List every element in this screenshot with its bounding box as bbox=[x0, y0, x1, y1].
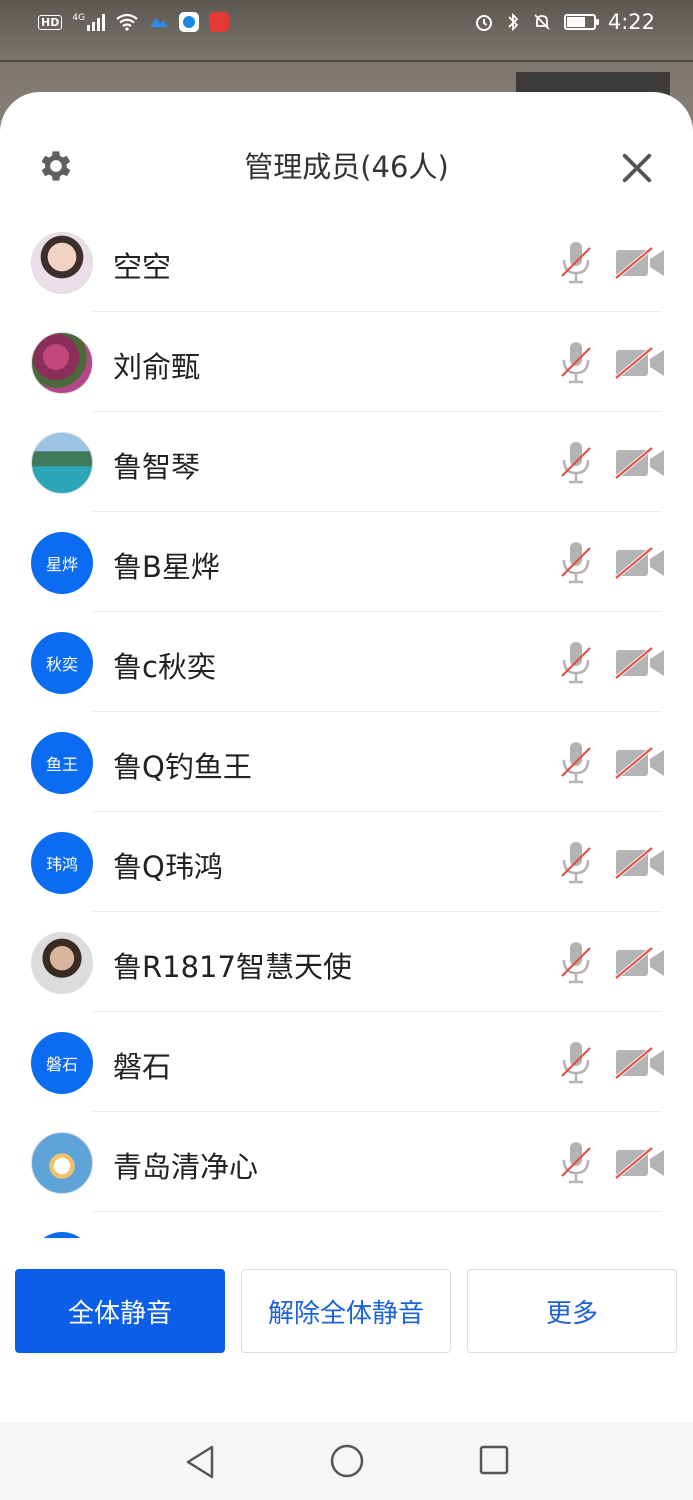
member-row[interactable]: 青岛清净心 bbox=[0, 1112, 693, 1212]
camera-off-icon[interactable] bbox=[614, 344, 666, 382]
avatar-initials: 星烨 bbox=[45, 555, 78, 574]
member-name: 鲁Q钓鱼王 bbox=[113, 750, 252, 784]
member-name: 空空 bbox=[113, 250, 172, 284]
avatar bbox=[31, 932, 93, 994]
mic-muted-icon[interactable] bbox=[558, 640, 594, 686]
camera-off-icon[interactable] bbox=[614, 744, 666, 782]
hd-badge: HD bbox=[38, 14, 63, 30]
mute-all-button[interactable]: 全体静音 bbox=[15, 1269, 225, 1353]
avatar-initials: 玮鸿 bbox=[45, 855, 78, 874]
avatar-initials: 鱼王 bbox=[45, 755, 78, 774]
background-edge bbox=[0, 60, 693, 62]
avatar: 鱼王 bbox=[31, 732, 93, 794]
member-row[interactable]: 空空 bbox=[0, 212, 693, 312]
mic-muted-icon[interactable] bbox=[558, 240, 594, 286]
avatar: 磐石 bbox=[31, 1032, 93, 1094]
status-bar: HD 4G 4:22 bbox=[0, 0, 693, 48]
member-row-partial[interactable] bbox=[0, 1212, 693, 1238]
avatar bbox=[31, 1132, 93, 1194]
member-row[interactable]: 鲁R1817智慧天使 bbox=[0, 912, 693, 1012]
wifi-icon bbox=[116, 13, 138, 31]
member-name: 青岛清净心 bbox=[113, 1150, 259, 1184]
network-type: 4G bbox=[72, 13, 86, 23]
mic-muted-icon[interactable] bbox=[558, 1140, 594, 1186]
member-row[interactable]: 刘俞甄 bbox=[0, 312, 693, 412]
member-name: 刘俞甄 bbox=[113, 350, 201, 384]
system-navigation-bar bbox=[0, 1422, 693, 1500]
unmute-all-button[interactable]: 解除全体静音 bbox=[241, 1269, 451, 1353]
mic-muted-icon[interactable] bbox=[558, 540, 594, 586]
status-left: HD 4G bbox=[38, 12, 230, 32]
mic-muted-icon[interactable] bbox=[558, 1040, 594, 1086]
more-button[interactable]: 更多 bbox=[467, 1269, 677, 1353]
camera-off-icon[interactable] bbox=[614, 1144, 666, 1182]
close-icon[interactable] bbox=[616, 147, 658, 189]
member-row[interactable]: 磐石 磐石 bbox=[0, 1012, 693, 1112]
member-row[interactable]: 鱼王 鲁Q钓鱼王 bbox=[0, 712, 693, 812]
member-list: 空空刘俞甄鲁智琴星烨 鲁B星烨秋奕 鲁c秋奕鱼王 鲁Q钓鱼王玮鸿 鲁Q玮鸿鲁R1817智… bbox=[0, 212, 693, 1238]
home-icon[interactable] bbox=[328, 1442, 366, 1480]
manage-members-sheet: 管理成员(46人) 空空 刘俞甄 鲁智琴 星烨 鲁B星烨 秋奕 鲁c秋奕 鱼王 鲁Q钓鱼王 玮鸿鲁… bbox=[0, 92, 693, 1422]
member-name: 磐石 bbox=[113, 1050, 172, 1084]
mic-muted-icon[interactable] bbox=[558, 940, 594, 986]
signal-icon: 4G bbox=[72, 13, 106, 31]
camera-off-icon[interactable] bbox=[614, 644, 666, 682]
member-name: 鲁B星烨 bbox=[113, 550, 220, 584]
member-name: 鲁c秋奕 bbox=[113, 650, 216, 684]
recent-apps-icon[interactable] bbox=[478, 1444, 510, 1476]
camera-off-icon[interactable] bbox=[614, 444, 666, 482]
mic-muted-icon[interactable] bbox=[558, 340, 594, 386]
mic-muted-icon[interactable] bbox=[558, 440, 594, 486]
member-row[interactable]: 鲁智琴 bbox=[0, 412, 693, 512]
member-name: 鲁R1817智慧天使 bbox=[113, 950, 352, 984]
member-row[interactable]: 玮鸿 鲁Q玮鸿 bbox=[0, 812, 693, 912]
avatar bbox=[31, 232, 93, 294]
avatar bbox=[31, 1232, 93, 1238]
battery-icon bbox=[563, 14, 599, 30]
member-row[interactable]: 星烨 鲁B星烨 bbox=[0, 512, 693, 612]
bluetooth-icon bbox=[508, 12, 519, 32]
member-name: 鲁Q玮鸿 bbox=[113, 850, 223, 884]
member-row[interactable]: 秋奕 鲁c秋奕 bbox=[0, 612, 693, 712]
camera-off-icon[interactable] bbox=[614, 244, 666, 282]
red-app-icon bbox=[209, 12, 230, 32]
sheet-header: 管理成员(46人) bbox=[0, 92, 693, 222]
avatar-initials: 秋奕 bbox=[45, 655, 78, 674]
camera-off-icon[interactable] bbox=[614, 1044, 666, 1082]
alarm-icon bbox=[475, 15, 492, 31]
camera-off-icon[interactable] bbox=[614, 944, 666, 982]
camera-off-icon[interactable] bbox=[614, 544, 666, 582]
back-icon[interactable] bbox=[182, 1442, 218, 1482]
camera-off-icon[interactable] bbox=[614, 844, 666, 882]
avatar: 玮鸿 bbox=[31, 832, 93, 894]
bottom-action-bar: 全体静音 解除全体静音 更多 bbox=[0, 1269, 693, 1355]
mute-notification-icon bbox=[534, 14, 550, 30]
avatar-initials: 磐石 bbox=[45, 1055, 78, 1074]
page-title: 管理成员(46人) bbox=[244, 150, 449, 184]
avatar: 秋奕 bbox=[31, 632, 93, 694]
mic-muted-icon[interactable] bbox=[558, 740, 594, 786]
avatar bbox=[31, 432, 93, 494]
status-right: 4:22 bbox=[474, 10, 655, 34]
avatar bbox=[31, 332, 93, 394]
browser-app-icon bbox=[179, 12, 200, 32]
member-name: 鲁智琴 bbox=[113, 450, 201, 484]
app-notification-icon bbox=[150, 18, 169, 27]
avatar: 星烨 bbox=[31, 532, 93, 594]
clock: 4:22 bbox=[607, 10, 655, 34]
mic-muted-icon[interactable] bbox=[558, 840, 594, 886]
